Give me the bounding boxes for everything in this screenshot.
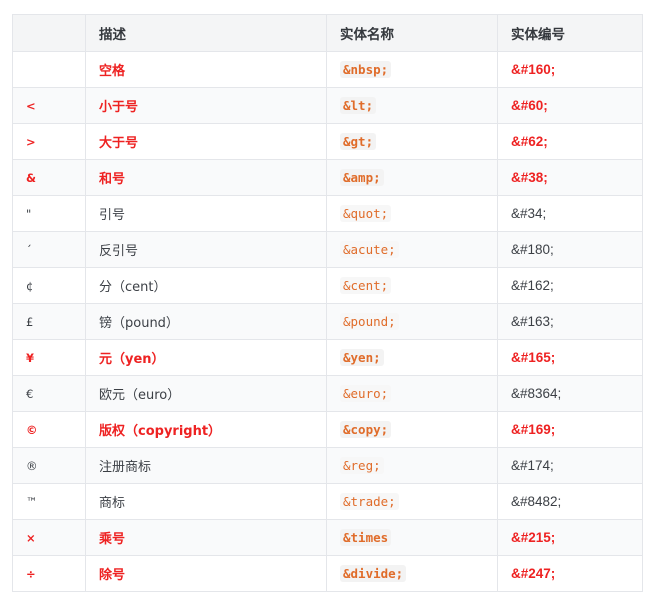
cell-entity-name: &lt;: [326, 87, 498, 124]
cell-character: €: [12, 375, 86, 412]
cell-description: 反引号: [85, 231, 327, 268]
cell-description: 小于号: [85, 87, 327, 124]
table-row: < 小于号 &lt; &#60;: [12, 87, 643, 124]
cell-entity-number: &#165;: [497, 339, 643, 376]
cell-description: 商标: [85, 483, 327, 520]
cell-character: ": [12, 195, 86, 232]
cell-description: 大于号: [85, 123, 327, 160]
cell-character: £: [12, 303, 86, 340]
cell-entity-name: &gt;: [326, 123, 498, 160]
cell-character: ¥: [12, 339, 86, 376]
cell-character: ™: [12, 483, 86, 520]
cell-entity-number: &#34;: [497, 195, 643, 232]
entity-name-code: &copy;: [340, 420, 392, 438]
entity-name-code: &reg;: [340, 456, 384, 474]
cell-character: <: [12, 87, 86, 124]
entity-name-code: &acute;: [340, 240, 399, 258]
entity-name-code: &yen;: [340, 348, 384, 366]
cell-character: ×: [12, 519, 86, 556]
cell-entity-number: &#38;: [497, 159, 643, 196]
header-entity-name: 实体名称: [326, 14, 498, 52]
cell-character: ´: [12, 231, 86, 268]
cell-entity-name: &acute;: [326, 231, 498, 268]
cell-entity-name: &euro;: [326, 375, 498, 412]
entity-name-code: &quot;: [340, 204, 392, 222]
cell-entity-name: &divide;: [326, 555, 498, 592]
entity-name-code: &cent;: [340, 276, 392, 294]
cell-character: ¢: [12, 267, 86, 304]
table-header-row: 描述 实体名称 实体编号: [12, 14, 643, 52]
entity-table-wrapper: 描述 实体名称 实体编号 空格 &nbsp; &#160; < 小于号 &lt; &#60;…: [12, 14, 643, 592]
cell-entity-number: &#169;: [497, 411, 643, 448]
cell-description: 欧元（euro）: [85, 375, 327, 412]
cell-entity-name: &yen;: [326, 339, 498, 376]
cell-entity-number: &#247;: [497, 555, 643, 592]
table-row: £ 镑（pound） &pound; &#163;: [12, 303, 643, 340]
cell-character: ®: [12, 447, 86, 484]
cell-entity-number: &#160;: [497, 51, 643, 88]
cell-description: 分（cent）: [85, 267, 327, 304]
cell-character: >: [12, 123, 86, 160]
cell-entity-name: &pound;: [326, 303, 498, 340]
cell-entity-name: &amp;: [326, 159, 498, 196]
cell-entity-name: &cent;: [326, 267, 498, 304]
cell-entity-number: &#8364;: [497, 375, 643, 412]
entity-name-code: &trade;: [340, 492, 399, 510]
cell-description: 乘号: [85, 519, 327, 556]
cell-description: 除号: [85, 555, 327, 592]
cell-entity-number: &#174;: [497, 447, 643, 484]
cell-description: 引号: [85, 195, 327, 232]
cell-description: 版权（copyright）: [85, 411, 327, 448]
cell-character: ©: [12, 411, 86, 448]
table-row: × 乘号 &times &#215;: [12, 519, 643, 556]
entity-name-code: &divide;: [340, 564, 407, 582]
entity-name-code: &lt;: [340, 96, 377, 114]
cell-entity-name: &trade;: [326, 483, 498, 520]
header-char: [12, 14, 86, 52]
cell-entity-number: &#62;: [497, 123, 643, 160]
cell-entity-number: &#180;: [497, 231, 643, 268]
entity-name-code: &euro;: [340, 384, 392, 402]
table-row: € 欧元（euro） &euro; &#8364;: [12, 375, 643, 412]
entity-name-code: &amp;: [340, 168, 384, 186]
cell-description: 元（yen）: [85, 339, 327, 376]
entity-name-code: &pound;: [340, 312, 399, 330]
cell-entity-number: &#8482;: [497, 483, 643, 520]
table-row: ™ 商标 &trade; &#8482;: [12, 483, 643, 520]
cell-character: &: [12, 159, 86, 196]
table-row: © 版权（copyright） &copy; &#169;: [12, 411, 643, 448]
cell-entity-name: &copy;: [326, 411, 498, 448]
header-description: 描述: [85, 14, 327, 52]
table-row: ´ 反引号 &acute; &#180;: [12, 231, 643, 268]
cell-entity-number: &#162;: [497, 267, 643, 304]
table-row: " 引号 &quot; &#34;: [12, 195, 643, 232]
cell-entity-number: &#215;: [497, 519, 643, 556]
cell-entity-name: &reg;: [326, 447, 498, 484]
cell-description: 空格: [85, 51, 327, 88]
cell-entity-number: &#60;: [497, 87, 643, 124]
cell-description: 注册商标: [85, 447, 327, 484]
table-row: > 大于号 &gt; &#62;: [12, 123, 643, 160]
entity-name-code: &gt;: [340, 132, 377, 150]
cell-description: 镑（pound）: [85, 303, 327, 340]
html-entity-table: 描述 实体名称 实体编号 空格 &nbsp; &#160; < 小于号 &lt; &#60;…: [12, 14, 643, 592]
cell-entity-number: &#163;: [497, 303, 643, 340]
cell-character: [12, 51, 86, 88]
cell-entity-name: &nbsp;: [326, 51, 498, 88]
entity-name-code: &times: [340, 528, 392, 546]
table-row: ¥ 元（yen） &yen; &#165;: [12, 339, 643, 376]
entity-name-code: &nbsp;: [340, 60, 392, 78]
cell-description: 和号: [85, 159, 327, 196]
cell-character: ÷: [12, 555, 86, 592]
cell-entity-name: &times: [326, 519, 498, 556]
table-row: ¢ 分（cent） &cent; &#162;: [12, 267, 643, 304]
table-row: ÷ 除号 &divide; &#247;: [12, 555, 643, 592]
table-row: & 和号 &amp; &#38;: [12, 159, 643, 196]
table-row: 空格 &nbsp; &#160;: [12, 51, 643, 88]
table-row: ® 注册商标 &reg; &#174;: [12, 447, 643, 484]
header-entity-number: 实体编号: [497, 14, 643, 52]
cell-entity-name: &quot;: [326, 195, 498, 232]
